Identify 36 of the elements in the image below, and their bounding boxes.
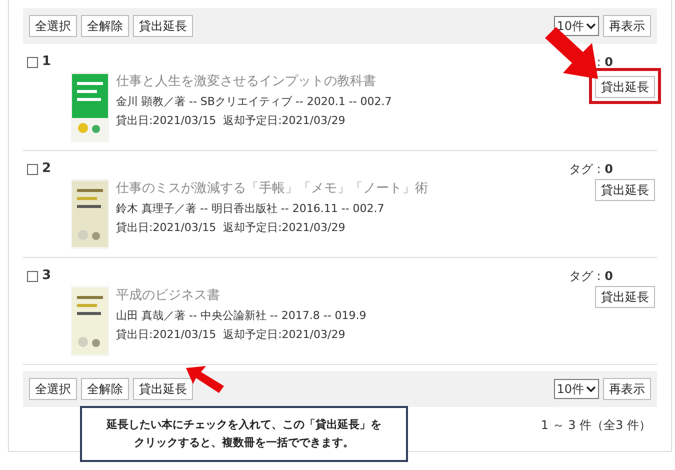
tag-count: タグ : 0 bbox=[568, 161, 613, 177]
action-button[interactable]: 全選択 bbox=[29, 378, 77, 400]
loan-dates: 貸出日:2021/03/15 返却予定日:2021/03/29 bbox=[116, 327, 346, 343]
item-number: 3 bbox=[42, 268, 52, 284]
book-details: 金川 顕教／著 -- SBクリエイティブ -- 2020.1 -- 002.7 bbox=[116, 94, 392, 110]
loan-dates: 貸出日:2021/03/15 返却予定日:2021/03/29 bbox=[116, 220, 346, 236]
book-details: 鈴木 真理子／著 -- 明日香出版社 -- 2016.11 -- 002.7 bbox=[116, 201, 386, 217]
page-size-select[interactable]: 10件 bbox=[554, 379, 599, 399]
checkbox[interactable] bbox=[27, 270, 38, 282]
extend-loan-button[interactable]: 貸出延長 bbox=[595, 179, 655, 201]
extend-loan-button[interactable]: 貸出延長 bbox=[595, 286, 655, 308]
checkbox[interactable] bbox=[27, 56, 38, 68]
action-button[interactable]: 全選択 bbox=[29, 15, 77, 37]
action-button[interactable]: 全解除 bbox=[81, 15, 129, 37]
book-details: 山田 真哉／著 -- 中央公論新社 -- 2017.8 -- 019.9 bbox=[116, 308, 366, 324]
action-button[interactable]: 全解除 bbox=[81, 378, 129, 400]
chevron-down-icon bbox=[586, 22, 596, 30]
tag-count: タグ : 0 bbox=[568, 268, 613, 284]
action-button[interactable]: 貸出延長 bbox=[133, 15, 193, 37]
item-number: 1 bbox=[42, 54, 52, 70]
book-title[interactable]: 仕事と人生を激変させるインプットの教科書 bbox=[116, 73, 392, 91]
loan-dates: 貸出日:2021/03/15 返却予定日:2021/03/29 bbox=[116, 113, 346, 129]
extend-loan-button[interactable]: 貸出延長 bbox=[595, 76, 655, 98]
checkbox[interactable] bbox=[27, 164, 38, 174]
callout-text: クリックすると、複数冊を一括でできます。 bbox=[134, 436, 354, 450]
book-title[interactable]: 仕事のミスが激減する「手帳」「メモ」「ノート」術 bbox=[116, 180, 428, 198]
action-button[interactable]: 貸出延長 bbox=[133, 378, 193, 400]
result-count: 1 ～ 3 件（全3 件） bbox=[540, 417, 651, 433]
tag-count: : 0 bbox=[596, 54, 613, 70]
refresh-button[interactable]: 再表示 bbox=[603, 15, 651, 37]
page-size-select[interactable]: 10件 bbox=[554, 16, 599, 36]
callout-text: 延長したい本にチェックを入れて、この「貸出延長」を bbox=[106, 418, 382, 432]
refresh-button[interactable]: 再表示 bbox=[603, 378, 651, 400]
chevron-down-icon bbox=[586, 385, 596, 393]
book-title[interactable]: 平成のビジネス書 bbox=[116, 287, 366, 305]
item-number: 2 bbox=[42, 161, 52, 177]
